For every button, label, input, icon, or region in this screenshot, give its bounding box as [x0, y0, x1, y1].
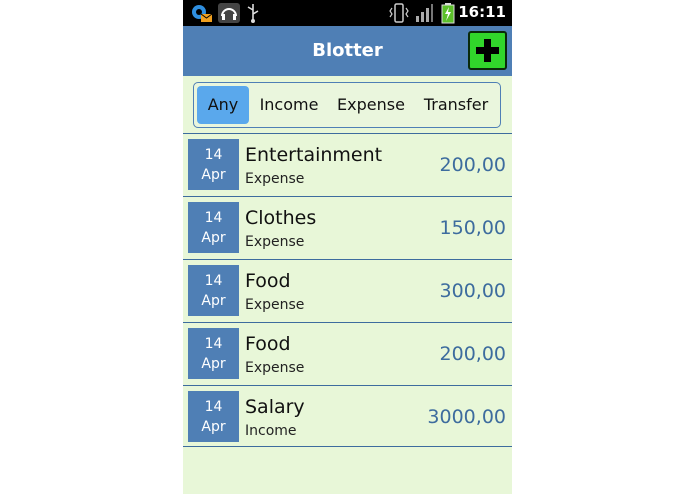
date-month: Apr [201, 419, 226, 435]
transaction-title: Food [245, 333, 291, 355]
list-item[interactable]: 14 Apr Salary Income 3000,00 [183, 385, 512, 447]
transaction-type: Expense [245, 360, 305, 376]
date-day: 14 [204, 210, 223, 226]
list-item[interactable]: 14 Apr Food Expense 300,00 [183, 259, 512, 321]
transaction-amount: 3000,00 [427, 406, 506, 428]
transaction-type: Expense [245, 297, 305, 313]
transaction-title: Entertainment [245, 144, 383, 166]
list-item[interactable]: 14 Apr Food Expense 200,00 [183, 322, 512, 384]
usb-icon [245, 2, 261, 24]
date-day: 14 [204, 147, 223, 163]
transaction-amount: 200,00 [439, 154, 506, 176]
list-item[interactable]: 14 Apr Entertainment Expense 200,00 [183, 133, 512, 195]
date-badge: 14 Apr [188, 391, 239, 442]
date-badge: 14 Apr [188, 139, 239, 190]
date-month: Apr [201, 293, 226, 309]
transaction-title: Clothes [245, 207, 317, 229]
battery-charging-icon [440, 2, 456, 24]
add-transaction-button[interactable] [468, 31, 507, 70]
tab-expense[interactable]: Expense [333, 86, 409, 124]
date-day: 14 [204, 273, 223, 289]
date-month: Apr [201, 230, 226, 246]
vibrate-icon [388, 2, 410, 24]
headphones-icon [217, 2, 241, 24]
transaction-title: Food [245, 270, 291, 292]
transaction-amount: 150,00 [439, 217, 506, 239]
date-badge: 14 Apr [188, 328, 239, 379]
transaction-amount: 200,00 [439, 343, 506, 365]
transaction-type: Expense [245, 171, 305, 187]
transaction-amount: 300,00 [439, 280, 506, 302]
gear-mail-icon [189, 2, 213, 24]
transaction-type: Expense [245, 234, 305, 250]
date-badge: 14 Apr [188, 202, 239, 253]
phone-screen: 16:11 Blotter Any Income Expense Transfe… [183, 0, 512, 494]
date-month: Apr [201, 356, 226, 372]
list-divider [183, 446, 512, 447]
date-badge: 14 Apr [188, 265, 239, 316]
tab-any[interactable]: Any [197, 86, 249, 124]
clock: 16:11 [458, 3, 506, 21]
page-title: Blotter [312, 40, 383, 61]
transaction-title: Salary [245, 396, 305, 418]
filter-tabs: Any Income Expense Transfer [193, 82, 501, 128]
plus-icon [476, 39, 499, 62]
date-day: 14 [204, 399, 223, 415]
date-day: 14 [204, 336, 223, 352]
status-bar: 16:11 [183, 0, 512, 26]
title-bar: Blotter [183, 26, 512, 76]
signal-icon [414, 2, 434, 24]
tab-income[interactable]: Income [254, 86, 324, 124]
list-item[interactable]: 14 Apr Clothes Expense 150,00 [183, 196, 512, 258]
date-month: Apr [201, 167, 226, 183]
tab-transfer[interactable]: Transfer [416, 86, 496, 124]
transaction-type: Income [245, 423, 297, 439]
